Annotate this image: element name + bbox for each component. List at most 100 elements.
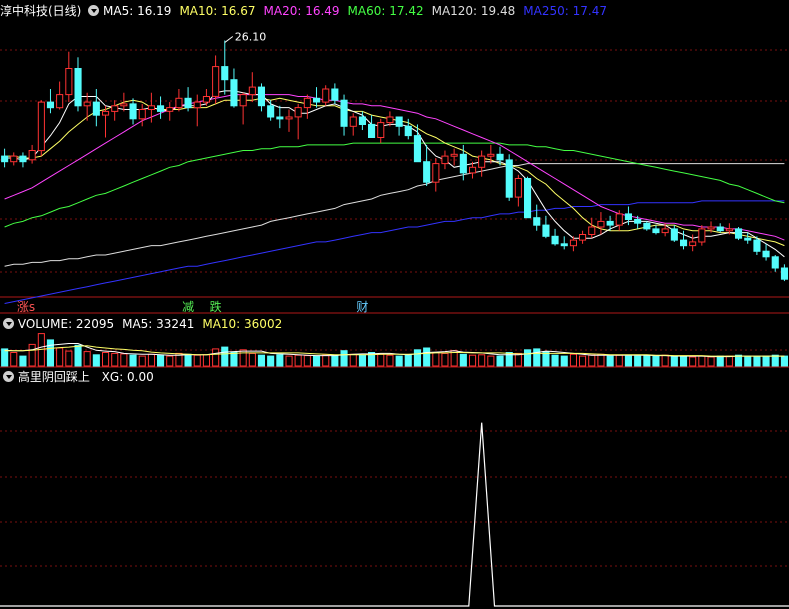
volume-bar xyxy=(579,355,587,367)
candle-body xyxy=(175,97,183,109)
volume-bar xyxy=(83,351,91,367)
volume-bar xyxy=(230,352,238,367)
candle-body xyxy=(56,94,64,109)
candle-body xyxy=(92,101,100,116)
volume-bar xyxy=(303,355,311,367)
candle-body xyxy=(597,220,605,228)
volume-bar xyxy=(285,355,293,367)
volume-bar xyxy=(716,355,724,367)
volume-bar xyxy=(597,353,605,367)
volume-bar xyxy=(634,355,642,367)
candle-body xyxy=(514,178,522,198)
candle-body xyxy=(212,66,220,97)
collapse-icon[interactable] xyxy=(3,371,14,382)
volume-bar xyxy=(606,355,614,367)
candle-body xyxy=(340,99,348,127)
volume-bar xyxy=(358,354,366,367)
candle-body xyxy=(331,88,339,101)
candle-body xyxy=(524,178,532,219)
candle-body xyxy=(294,107,302,118)
stock-chart[interactable]: 26.10 涨s 减 跌 财 xyxy=(0,0,789,609)
candle-body xyxy=(624,213,633,220)
candle-body xyxy=(735,228,743,239)
volume-bar xyxy=(762,355,770,367)
volume-bar xyxy=(74,344,82,367)
volume-bar xyxy=(725,355,733,367)
candle-body xyxy=(780,267,789,280)
volume-bar xyxy=(744,355,752,367)
volume-bar xyxy=(432,352,440,367)
candle-body xyxy=(643,222,651,230)
volume-bar xyxy=(212,348,220,367)
candle-body xyxy=(652,228,660,234)
volume-bar xyxy=(340,350,348,367)
volume-bar xyxy=(469,354,477,367)
volume-legend-item-2: MA10: 36002 xyxy=(202,317,283,331)
volume-bar xyxy=(680,355,688,367)
candle-body xyxy=(634,219,642,224)
candle-body xyxy=(303,97,311,109)
volume-bar xyxy=(735,354,743,367)
candle-body xyxy=(579,234,587,241)
volume-bar xyxy=(707,356,715,367)
candle-body xyxy=(202,96,210,103)
volume-bar xyxy=(413,349,421,367)
event-marker-3: 财 xyxy=(356,300,368,314)
candle-body xyxy=(37,101,45,152)
candle-body xyxy=(661,228,669,234)
ma-legend-item-2: MA20: 16.49 xyxy=(263,4,340,18)
candle-body xyxy=(725,228,733,232)
volume-bar xyxy=(46,339,55,367)
high-label: 26.10 xyxy=(235,31,267,44)
volume-legend-item-0: VOLUME: 22095 xyxy=(17,317,115,331)
volume-bar xyxy=(129,354,137,367)
volume-bar xyxy=(771,354,779,367)
volume-bar xyxy=(294,354,302,367)
main-legend: 淳中科技(日线) MA5: 16.19 MA10: 16.67 MA20: 16.4… xyxy=(0,2,615,20)
ma-legend-item-4: MA120: 19.48 xyxy=(431,4,516,18)
candle-body xyxy=(542,224,550,237)
volume-bar xyxy=(588,354,596,367)
candle-body xyxy=(762,250,770,258)
volume-bar xyxy=(276,354,284,367)
candle-body xyxy=(184,97,192,109)
candle-body xyxy=(157,105,165,112)
volume-bar xyxy=(551,354,559,367)
xg-signal-line xyxy=(0,422,789,607)
candle-body xyxy=(193,101,201,109)
event-marker-0: 涨s xyxy=(17,299,35,314)
volume-bar xyxy=(496,355,504,367)
candle-body xyxy=(716,226,724,232)
volume-bar xyxy=(92,354,100,367)
volume-bar xyxy=(423,347,431,367)
ma-legend-item-5: MA250: 17.47 xyxy=(523,4,607,18)
ma-legend-item-3: MA60: 17.42 xyxy=(347,4,424,18)
candle-body xyxy=(496,153,504,161)
volume-bar xyxy=(331,355,339,367)
candle-body xyxy=(322,88,330,103)
high-pointer xyxy=(224,36,234,43)
indicator-name: 高里阴回踩上 xyxy=(17,370,90,384)
volume-bar xyxy=(698,355,706,367)
volume-bar xyxy=(138,355,146,367)
volume-bar xyxy=(753,356,761,367)
volume-bar xyxy=(395,355,403,367)
candle-body xyxy=(707,226,715,230)
volume-bar xyxy=(487,355,495,367)
collapse-icon[interactable] xyxy=(3,318,14,329)
candle-body xyxy=(102,110,110,116)
ma60-line xyxy=(4,142,785,228)
candle-body xyxy=(285,116,293,120)
candle-body xyxy=(569,239,578,247)
volume-bar xyxy=(615,354,623,367)
candle-body xyxy=(239,94,247,107)
volume-bar xyxy=(65,350,73,367)
volume-bar xyxy=(643,354,651,367)
candle-body xyxy=(450,153,458,157)
candle-body xyxy=(441,155,449,165)
collapse-icon[interactable] xyxy=(88,5,100,16)
candle-body xyxy=(533,217,541,226)
volume-bar xyxy=(459,353,467,367)
volume-bar xyxy=(120,353,128,367)
volume-legend-items: VOLUME: 22095 MA5: 33241 MA10: 36002 xyxy=(18,317,290,331)
